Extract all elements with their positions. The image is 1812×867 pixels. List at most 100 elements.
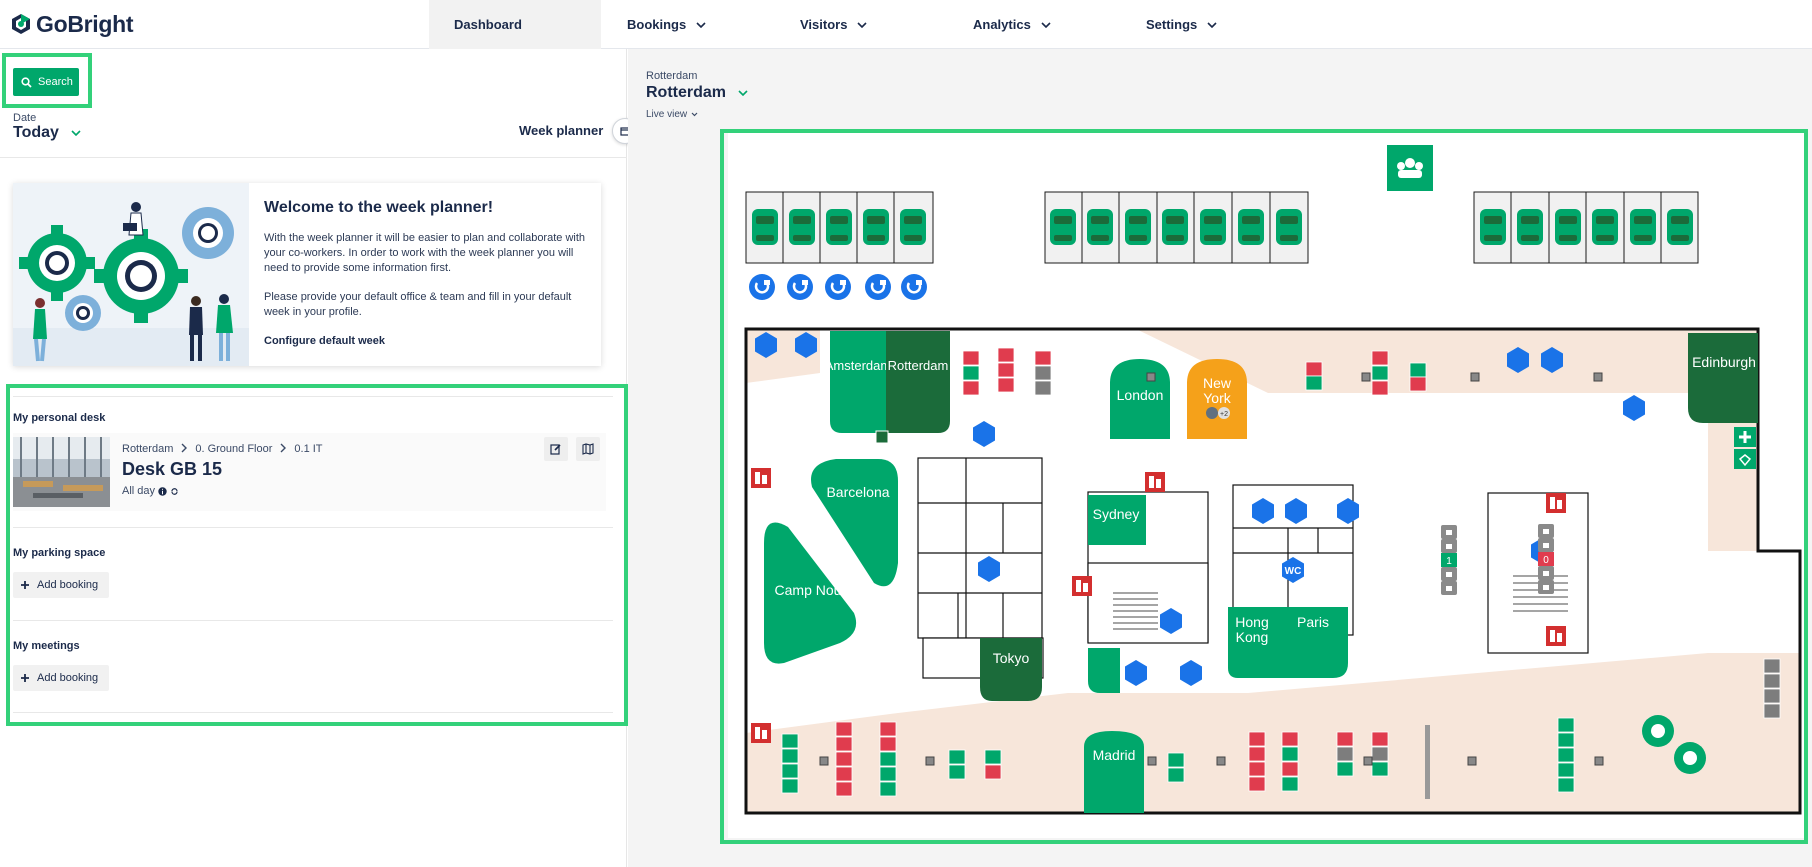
room-new-york[interactable]: New York +2: [1187, 359, 1247, 439]
room-green-small[interactable]: [1088, 648, 1120, 693]
parking-row-1: [745, 191, 934, 264]
configure-default-week-link[interactable]: Configure default week: [264, 335, 385, 347]
wc-label: WC: [1285, 566, 1302, 577]
location-name: Rotterdam: [646, 84, 727, 101]
add-parking-booking-label: Add booking: [37, 579, 99, 591]
view-mode-selector[interactable]: Live view: [646, 109, 698, 120]
info-icon[interactable]: [158, 486, 167, 496]
nav-analytics-label: Analytics: [973, 17, 1031, 32]
room-madrid[interactable]: Madrid: [1084, 731, 1144, 813]
week-planner-title: Week planner: [519, 123, 604, 138]
room-rotterdam[interactable]: Rotterdam: [886, 331, 950, 433]
ev-charger-icon: [747, 272, 929, 302]
parking-space-title: My parking space: [13, 547, 106, 559]
breadcrumb-area: 0.1 IT: [294, 443, 323, 455]
divider: [13, 620, 613, 621]
plus-icon: [21, 581, 29, 589]
welcome-instructions: Please provide your default office & tea…: [264, 291, 572, 318]
desk-time: All day: [122, 485, 179, 497]
room-label: Madrid: [1093, 747, 1136, 763]
room-label: Edinburgh: [1692, 354, 1756, 370]
desk-time-label: All day: [122, 485, 156, 497]
welcome-description: With the week planner it will be easier …: [264, 232, 586, 274]
location-parent: Rotterdam: [646, 70, 698, 82]
search-icon: [21, 76, 32, 88]
location-selector[interactable]: Rotterdam: [646, 84, 748, 102]
add-meeting-booking-button[interactable]: Add booking: [13, 665, 109, 691]
search-button[interactable]: Search: [13, 68, 79, 96]
week-planner-illustration: [13, 183, 249, 366]
nav-bookings[interactable]: Bookings: [627, 0, 706, 49]
personal-desk-card[interactable]: Rotterdam 0. Ground Floor 0.1 IT Desk GB…: [13, 433, 606, 511]
desk-breadcrumb: Rotterdam 0. Ground Floor 0.1 IT: [122, 443, 323, 455]
room-label: Camp Nou: [775, 582, 842, 598]
nav-dashboard-label: Dashboard: [454, 17, 522, 32]
parking-row-2: [1044, 191, 1309, 264]
divider: [13, 712, 613, 713]
divider: [0, 157, 627, 158]
parking-row-3: [1473, 191, 1699, 264]
chevron-down-icon: [691, 112, 698, 117]
gobright-logo[interactable]: GoBright: [10, 10, 134, 38]
desk-name: Desk GB 15: [122, 459, 223, 479]
nav-settings[interactable]: Settings: [1146, 0, 1217, 49]
nav-analytics[interactable]: Analytics: [973, 0, 1051, 49]
breadcrumb-location: Rotterdam: [122, 443, 174, 455]
room-label-line2: Kong: [1236, 629, 1269, 645]
room-label: Sydney: [1093, 506, 1140, 522]
date-label: Date: [13, 112, 37, 124]
date-selector[interactable]: Today: [13, 124, 81, 142]
room-tokyo[interactable]: Tokyo: [980, 638, 1042, 701]
desk-photo: [13, 437, 110, 507]
chevron-down-icon: [857, 21, 868, 28]
divider: [13, 527, 613, 528]
gobright-logo-icon: [12, 14, 30, 34]
chevron-right-icon: [181, 443, 188, 453]
room-sydney[interactable]: Sydney: [1088, 495, 1146, 545]
chevron-down-icon: [696, 21, 706, 28]
view-mode-label: Live view: [646, 109, 688, 120]
top-navigation-bar: GoBright Dashboard Bookings Visitors Ana…: [0, 0, 1812, 49]
add-parking-booking-button[interactable]: Add booking: [13, 572, 109, 598]
room-label-line1: New: [1203, 375, 1232, 391]
divider-wall: [1425, 725, 1430, 799]
room-label: Paris: [1297, 614, 1329, 630]
locker-counter: 0: [1543, 555, 1549, 566]
room-label: London: [1117, 387, 1164, 403]
room-edinburgh[interactable]: Edinburgh: [1688, 333, 1758, 423]
nav-visitors[interactable]: Visitors: [800, 0, 868, 49]
search-button-label: Search: [38, 76, 73, 88]
brand-name: GoBright: [36, 10, 134, 37]
meetings-title: My meetings: [13, 640, 80, 652]
chevron-down-icon: [71, 130, 81, 136]
welcome-title: Welcome to the week planner!: [264, 199, 494, 216]
assembly-point-icon: [1387, 145, 1433, 191]
nav-bookings-label: Bookings: [627, 17, 687, 32]
nav-settings-label: Settings: [1146, 17, 1198, 32]
breadcrumb-floor: 0. Ground Floor: [195, 443, 273, 455]
nav-dashboard[interactable]: Dashboard: [429, 0, 601, 49]
welcome-card: Welcome to the week planner! With the we…: [13, 183, 601, 366]
room-label: Tokyo: [993, 650, 1030, 666]
divider: [13, 396, 613, 397]
room-label: Rotterdam: [888, 358, 949, 373]
status-marker: [875, 430, 889, 444]
attendee-count-badge: +2: [1220, 411, 1228, 418]
chevron-down-icon: [1207, 21, 1217, 28]
room-amsterdam[interactable]: Amsterdam: [825, 331, 891, 433]
floor-plan[interactable]: Amsterdam Rotterdam London New York +2 E…: [728, 133, 1804, 838]
chevron-down-icon: [1041, 21, 1051, 28]
room-paris[interactable]: Paris: [1276, 607, 1348, 678]
room-label-line1: Hong: [1235, 614, 1268, 630]
plus-icon: [21, 674, 29, 682]
locker-counter: 1: [1446, 556, 1452, 567]
room-london[interactable]: London: [1110, 359, 1170, 439]
edit-booking-button[interactable]: [544, 437, 568, 461]
show-on-map-button[interactable]: [576, 437, 600, 461]
add-meeting-booking-label: Add booking: [37, 672, 99, 684]
room-label-line2: York: [1203, 390, 1232, 406]
recurring-icon: [171, 487, 178, 495]
date-value: Today: [13, 124, 59, 141]
room-label: Barcelona: [826, 484, 889, 500]
room-hong-kong[interactable]: Hong Kong: [1228, 607, 1276, 678]
